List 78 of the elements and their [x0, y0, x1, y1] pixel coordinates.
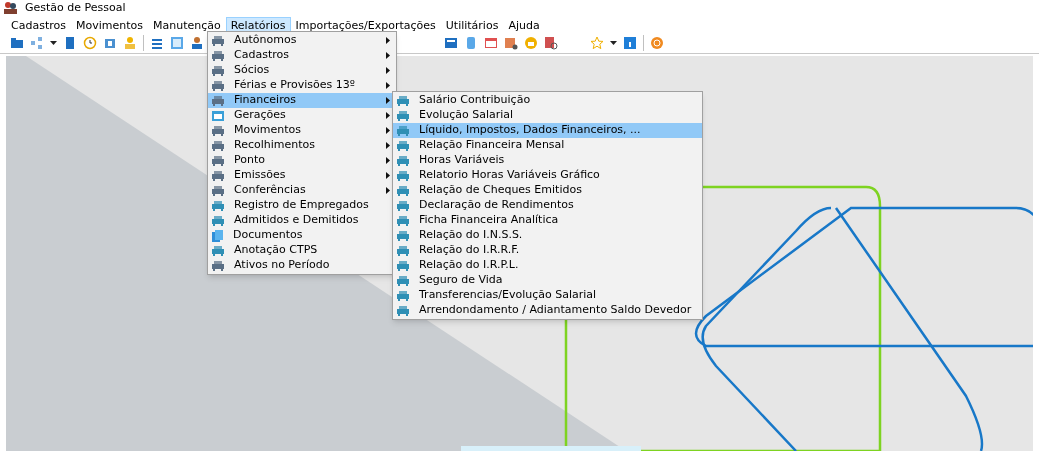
menu-item[interactable]: Ativos no Período — [208, 258, 396, 273]
menu-bar-item[interactable]: Relatórios — [225, 16, 291, 32]
printer-icon — [397, 260, 409, 271]
menu-item[interactable]: Gerações — [208, 108, 396, 123]
menu-item[interactable]: Relação do I.N.S.S. — [393, 228, 702, 243]
printer-icon — [212, 140, 224, 151]
printer-icon — [397, 125, 409, 136]
menu-item[interactable]: Sócios — [208, 63, 396, 78]
printer-icon — [212, 185, 224, 196]
menu-item[interactable]: Autônomos — [208, 33, 396, 48]
menu-item[interactable]: Registro de Empregados — [208, 198, 396, 213]
menu-item[interactable]: Arrendondamento / Adiantamento Saldo Devedor — [393, 303, 702, 318]
printer-icon — [212, 155, 224, 166]
caret-icon[interactable] — [610, 40, 617, 45]
printer-icon — [212, 215, 224, 226]
menu-item[interactable]: Recolhimentos — [208, 138, 396, 153]
menu-item[interactable]: Relação de Cheques Emitidos — [393, 183, 702, 198]
menu-bar-item[interactable]: Utilitários — [440, 16, 504, 32]
network-icon[interactable] — [30, 35, 44, 50]
printer-icon — [397, 245, 409, 256]
printer-icon — [397, 200, 409, 211]
menu-item[interactable]: Relatorio Horas Variáveis Gráfico — [393, 168, 702, 183]
menu-item[interactable]: Anotação CTPS — [208, 243, 396, 258]
form-icon[interactable] — [170, 35, 184, 50]
menu-item[interactable]: Cadastros — [208, 48, 396, 63]
printer-icon — [212, 125, 224, 136]
clock-icon[interactable] — [83, 35, 97, 50]
menu-item[interactable]: Horas Variáveis — [393, 153, 702, 168]
menu-item[interactable]: Declaração de Rendimentos — [393, 198, 702, 213]
menu-bar-item[interactable]: Ajuda — [503, 16, 545, 32]
window-title: Gestão de Pessoal — [25, 0, 126, 16]
printer-icon — [397, 95, 409, 106]
menu-bar-item[interactable]: Movimentos — [70, 16, 148, 32]
people-icon — [4, 2, 17, 14]
printer-icon — [212, 170, 224, 181]
menu-item[interactable]: Ficha Financeira Analítica — [393, 213, 702, 228]
printer-icon — [212, 200, 224, 211]
printer-icon — [212, 65, 224, 76]
menu-item[interactable]: Ponto — [208, 153, 396, 168]
menu-item[interactable]: Transferencias/Evolução Salarial — [393, 288, 702, 303]
menu-item[interactable]: Movimentos — [208, 123, 396, 138]
printer-icon — [397, 170, 409, 181]
menu-item[interactable]: Líquido, Impostos, Dados Financeiros, ... — [393, 123, 702, 138]
menu-item[interactable]: Salário Contribuição — [393, 93, 702, 108]
printer-icon — [212, 95, 224, 106]
menu-item[interactable]: Emissões — [208, 168, 396, 183]
printer-icon — [397, 155, 409, 166]
person-icon[interactable] — [190, 35, 204, 50]
menu-item[interactable]: Seguro de Vida — [393, 273, 702, 288]
printer-icon — [397, 215, 409, 226]
printer-icon — [397, 275, 409, 286]
star-icon[interactable] — [590, 35, 604, 50]
printer-icon — [212, 50, 224, 61]
printer-icon — [397, 110, 409, 121]
menu-bar-item[interactable]: Manutenção — [147, 16, 226, 32]
printer-icon — [212, 260, 224, 271]
printer-icon — [212, 245, 224, 256]
document-icon — [212, 229, 223, 242]
caret-icon[interactable] — [50, 40, 57, 45]
menu-bar-item[interactable]: Importações/Exportações — [290, 16, 441, 32]
menu-bar-item[interactable]: Cadastros — [6, 16, 71, 32]
menu-item[interactable]: Evolução Salarial — [393, 108, 702, 123]
menu-item[interactable]: Relação do I.R.P.L. — [393, 258, 702, 273]
printer-icon — [397, 185, 409, 196]
folder-icon[interactable] — [10, 35, 24, 50]
menu-item[interactable]: Admitidos e Demitidos — [208, 213, 396, 228]
info-icon[interactable] — [623, 35, 637, 50]
menu-item[interactable]: Conferências — [208, 183, 396, 198]
printer-icon — [212, 80, 224, 91]
menu-item[interactable]: Férias e Provisões 13º — [208, 78, 396, 93]
printer-icon — [397, 290, 409, 301]
printer-icon — [397, 140, 409, 151]
printer-icon — [397, 230, 409, 241]
menu-item[interactable]: Documentos — [208, 228, 396, 243]
printer-icon — [397, 305, 409, 316]
menu-item[interactable]: Relação do I.R.R.F. — [393, 243, 702, 258]
printer-icon — [212, 35, 224, 46]
menu-item[interactable]: Relação Financeira Mensal — [393, 138, 702, 153]
